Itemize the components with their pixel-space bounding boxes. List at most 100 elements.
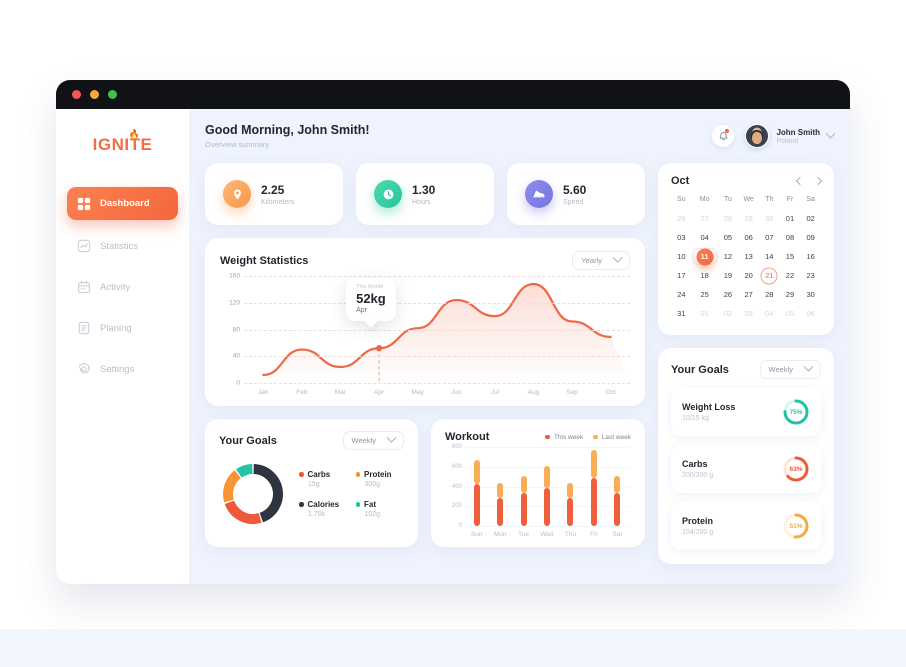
sidebar-item-label: Settings xyxy=(100,363,135,375)
calendar-day[interactable]: 10 xyxy=(671,248,692,265)
workout-bar[interactable] xyxy=(473,447,480,526)
bar-segment-last-week xyxy=(544,465,550,488)
chevron-right-icon[interactable] xyxy=(813,176,823,186)
calendar-day-number: 30 xyxy=(765,214,774,223)
bar-segment-this-week xyxy=(544,487,550,526)
goals-donut-period-select[interactable]: Weekly xyxy=(342,431,404,450)
calendar-day[interactable]: 27 xyxy=(738,286,759,303)
calendar-day[interactable]: 09 xyxy=(800,229,821,246)
weight-period-select[interactable]: Yearly xyxy=(572,251,630,270)
calendar-day[interactable]: 28 xyxy=(759,286,780,303)
calendar-day[interactable]: 01 xyxy=(780,210,801,227)
weight-x-axis: Jan Feb Mar Apr May Jun Jul Aug Sep Oct xyxy=(244,385,630,401)
goal-item[interactable]: Protein 104/200 g 51% xyxy=(671,502,821,550)
calendar-day[interactable]: 28 xyxy=(718,210,739,227)
y-axis-tick: 0 xyxy=(458,523,462,529)
calendar-day-number: 06 xyxy=(806,309,815,318)
calendar-day[interactable]: 26 xyxy=(671,210,692,227)
calendar-day-number: 02 xyxy=(806,214,815,223)
gridline xyxy=(244,356,630,358)
calendar-day[interactable]: 06 xyxy=(738,229,759,246)
bar-segment-this-week xyxy=(567,497,574,526)
workout-bar[interactable] xyxy=(567,447,574,526)
calendar-day-number: 20 xyxy=(744,271,753,280)
stat-card-kilometers[interactable]: 2.25 Kilometers xyxy=(205,163,343,225)
calendar-day[interactable]: 16 xyxy=(800,248,821,265)
calendar-day[interactable]: 24 xyxy=(671,286,692,303)
calendar-day[interactable]: 25 xyxy=(692,286,718,303)
chevron-left-icon[interactable] xyxy=(795,176,805,186)
sidebar-item-statistics[interactable]: Statistics xyxy=(67,231,178,261)
calendar-day-number: 24 xyxy=(677,290,686,299)
window-close-button[interactable] xyxy=(72,90,81,99)
calendar-day[interactable]: 19 xyxy=(718,267,739,284)
sidebar-item-label: Dashboard xyxy=(100,198,150,209)
stat-value: 2.25 xyxy=(261,182,285,197)
weight-y-axis: 160 120 80 40 0 xyxy=(220,273,242,387)
legend-dot xyxy=(355,472,360,477)
calendar-day[interactable]: 18 xyxy=(692,267,718,284)
calendar-day[interactable]: 14 xyxy=(759,248,780,265)
calendar-day[interactable]: 04 xyxy=(759,305,780,322)
window-maximize-button[interactable] xyxy=(108,90,117,99)
tooltip-caption: This Month xyxy=(356,284,384,290)
goal-percent: 75% xyxy=(789,408,803,416)
calendar-day[interactable]: 23 xyxy=(800,267,821,284)
goal-item[interactable]: Carbs 200/300 g 63% xyxy=(671,445,821,493)
calendar-day[interactable]: 26 xyxy=(718,286,739,303)
goal-item[interactable]: Weight Loss 10/15 kg 75% xyxy=(671,388,821,436)
calendar-day[interactable]: 01 xyxy=(692,305,718,322)
workout-bar[interactable] xyxy=(520,447,527,526)
calendar-day[interactable]: 15 xyxy=(780,248,801,265)
calendar-day-marked[interactable]: 21 xyxy=(759,267,780,284)
calendar-day[interactable]: 29 xyxy=(780,286,801,303)
calendar-day[interactable]: 04 xyxy=(692,229,718,246)
workout-bar[interactable] xyxy=(497,447,504,526)
weight-card-title: Weight Statistics xyxy=(220,254,309,267)
calendar-day[interactable]: 13 xyxy=(738,248,759,265)
calendar-day[interactable]: 06 xyxy=(800,305,821,322)
notification-button[interactable] xyxy=(712,125,735,147)
calendar-day[interactable]: 02 xyxy=(718,305,739,322)
x-axis-tick: Sep xyxy=(566,389,578,396)
user-info: John Smith Poland xyxy=(776,128,820,145)
sidebar-item-dashboard[interactable]: Dashboard xyxy=(67,187,178,220)
workout-bar[interactable] xyxy=(614,447,621,526)
goals-list-period-select[interactable]: Weekly xyxy=(759,360,821,379)
bar-segment-last-week xyxy=(473,459,480,484)
calendar-day[interactable]: 08 xyxy=(780,229,801,246)
legend-dot xyxy=(593,434,598,440)
calendar-day-number: 04 xyxy=(765,309,774,318)
weight-data-point[interactable] xyxy=(376,345,383,352)
user-menu[interactable]: John Smith Poland xyxy=(745,124,836,148)
goal-name: Carbs xyxy=(682,459,708,469)
calendar-day[interactable]: 05 xyxy=(780,305,801,322)
calendar-day[interactable]: 07 xyxy=(759,229,780,246)
calendar-day[interactable]: 31 xyxy=(671,305,692,322)
calendar-day[interactable]: 03 xyxy=(671,229,692,246)
workout-bar[interactable] xyxy=(590,447,597,526)
calendar-day[interactable]: 29 xyxy=(738,210,759,227)
stat-card-speed[interactable]: 5.60 Speed xyxy=(507,163,645,225)
calendar-day[interactable]: 27 xyxy=(692,210,718,227)
stat-card-hours[interactable]: 1.30 Hours xyxy=(356,163,494,225)
chevron-down-icon xyxy=(825,128,836,139)
calendar-day[interactable]: 02 xyxy=(800,210,821,227)
donut-segment xyxy=(253,464,283,523)
calendar-day[interactable]: 30 xyxy=(800,286,821,303)
calendar-day[interactable]: 12 xyxy=(718,248,739,265)
calendar-day[interactable]: 03 xyxy=(738,305,759,322)
workout-bar[interactable] xyxy=(544,447,550,526)
calendar-day-selected[interactable]: 11 xyxy=(691,248,718,265)
calendar-day[interactable]: 17 xyxy=(671,267,692,284)
sidebar-item-activity[interactable]: Activity xyxy=(67,272,178,302)
avatar xyxy=(745,124,770,148)
calendar-day[interactable]: 30 xyxy=(759,210,780,227)
calendar-day[interactable]: 05 xyxy=(718,229,739,246)
window-minimize-button[interactable] xyxy=(90,90,99,99)
brand-logo[interactable]: IGNITE 🔥 xyxy=(56,129,189,155)
sidebar-item-planing[interactable]: Planing xyxy=(67,313,178,343)
calendar-day[interactable]: 20 xyxy=(738,267,759,284)
sidebar-item-settings[interactable]: Settings xyxy=(67,354,178,384)
calendar-day[interactable]: 22 xyxy=(780,267,801,284)
